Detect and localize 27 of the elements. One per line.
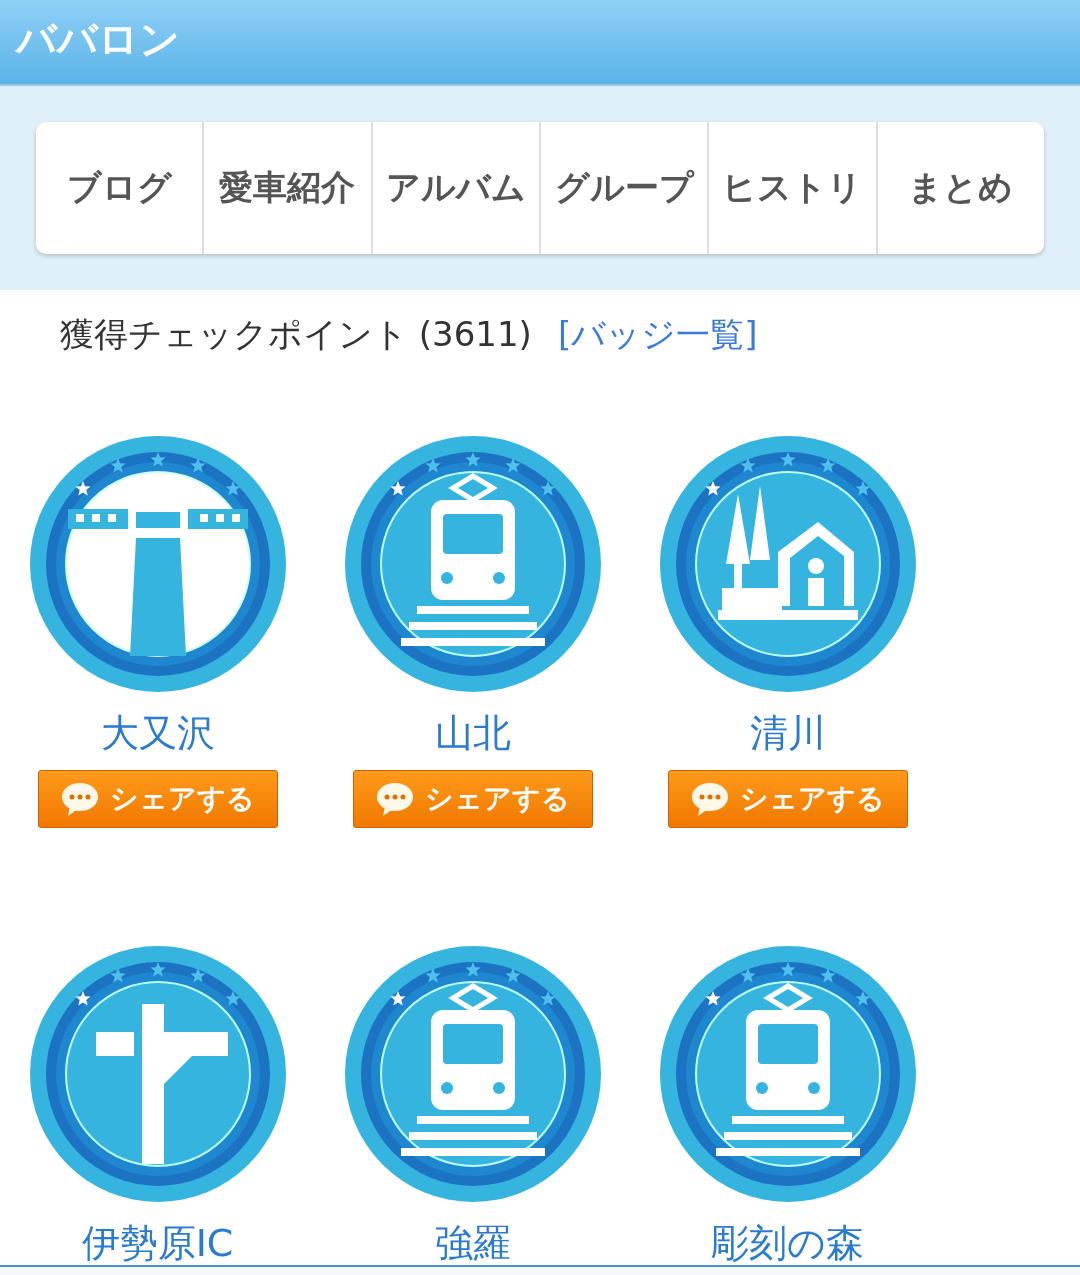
checkpoint-name[interactable]: 強羅 <box>434 1222 511 1264</box>
section-title: 獲得チェックポイント (3611) <box>60 313 532 356</box>
nav-tab[interactable]: ヒストリ <box>707 122 876 254</box>
nav-tab[interactable]: 愛車紹介 <box>202 122 371 254</box>
badge-list-link[interactable]: [バッジ一覧] <box>557 312 758 358</box>
badge-icon <box>657 944 918 1204</box>
app-title: ババロン <box>16 15 180 64</box>
nav-tab[interactable]: グループ <box>539 122 708 254</box>
badge-icon <box>342 944 603 1204</box>
speech-bubble-icon <box>60 781 100 817</box>
checkpoint-name[interactable]: 彫刻の森 <box>711 1222 864 1264</box>
checkpoint-name[interactable]: 清川 <box>749 712 826 754</box>
share-button[interactable]: シェアする <box>352 770 593 828</box>
checkpoint-name[interactable]: 山北 <box>434 712 511 754</box>
share-button[interactable]: シェアする <box>37 770 278 828</box>
speech-bubble-icon <box>375 781 415 817</box>
nav-tab[interactable]: ブログ <box>36 122 203 254</box>
share-button[interactable]: シェアする <box>667 770 908 828</box>
nav-tab[interactable]: まとめ <box>875 122 1044 254</box>
speech-bubble-icon <box>690 781 730 817</box>
badge-icon <box>27 434 288 694</box>
checkpoint-name[interactable]: 大又沢 <box>100 712 215 754</box>
badge-icon <box>342 434 603 694</box>
badge-icon <box>27 944 288 1204</box>
nav-tab[interactable]: アルバム <box>370 122 539 254</box>
badge-icon <box>657 434 918 694</box>
checkpoint-name[interactable]: 伊勢原IC <box>81 1222 234 1264</box>
